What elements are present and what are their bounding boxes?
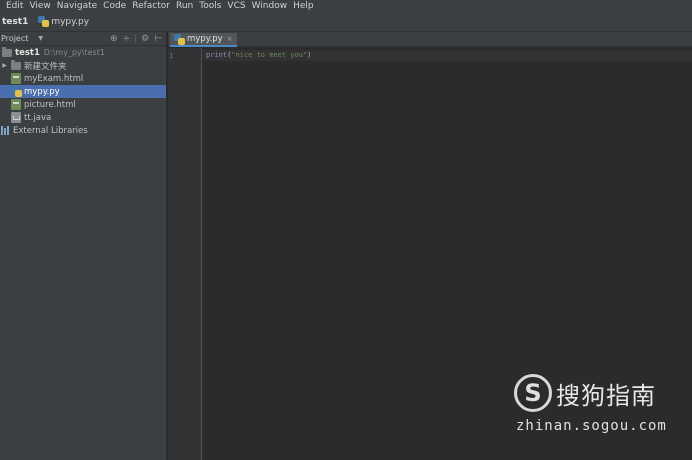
tree-root-test1[interactable]: test1 D:\my_py\test1 bbox=[0, 46, 166, 59]
nav-file-label: mypy.py bbox=[51, 16, 90, 27]
chevron-right-icon[interactable]: ▶ bbox=[0, 62, 9, 69]
split-icon[interactable]: ÷ bbox=[123, 34, 131, 44]
html-file-icon bbox=[11, 73, 21, 84]
code-line[interactable]: print("nice to meet you") bbox=[206, 51, 311, 59]
project-tree: test1 D:\my_py\test1 ▶ 新建文件夹 myExam.html… bbox=[0, 46, 166, 137]
menu-edit[interactable]: Edit bbox=[6, 0, 23, 12]
toolbar-divider bbox=[135, 34, 137, 43]
menu-run[interactable]: Run bbox=[176, 0, 193, 12]
editor-tab-bar: mypy.py × bbox=[168, 32, 692, 47]
sogou-watermark: S 搜狗指南 zhinan.sogou.com bbox=[514, 372, 684, 442]
code-function: print bbox=[206, 51, 228, 59]
menu-vcs[interactable]: VCS bbox=[227, 0, 245, 12]
python-file-icon bbox=[174, 33, 185, 45]
tree-item-label: tt.java bbox=[24, 112, 52, 123]
project-panel-header: Project ▼ ⊕ ÷ ⚙ ⊢ bbox=[0, 32, 166, 46]
python-file-icon bbox=[38, 16, 50, 27]
tree-root-path: D:\my_py\test1 bbox=[43, 48, 105, 57]
menu-help[interactable]: Help bbox=[293, 0, 314, 12]
code-paren-close: ) bbox=[307, 51, 312, 59]
collapse-icon[interactable]: ⊢ bbox=[154, 34, 162, 44]
menu-bar: Edit View Navigate Code Refactor Run Too… bbox=[0, 0, 692, 12]
close-icon[interactable]: × bbox=[227, 35, 233, 43]
tree-item-new-folder[interactable]: ▶ 新建文件夹 bbox=[0, 59, 166, 72]
menu-code[interactable]: Code bbox=[103, 0, 126, 12]
menu-view[interactable]: View bbox=[29, 0, 50, 12]
menu-tools[interactable]: Tools bbox=[199, 0, 221, 12]
tree-item-myexam-html[interactable]: myExam.html bbox=[0, 72, 166, 85]
navigation-bar: test1 mypy.py bbox=[0, 12, 692, 32]
tree-item-tt-java[interactable]: tt.java bbox=[0, 111, 166, 124]
project-view-selector[interactable]: Project bbox=[1, 34, 28, 43]
menu-refactor[interactable]: Refactor bbox=[132, 0, 170, 12]
nav-project-crumb[interactable]: test1 bbox=[2, 17, 28, 27]
watermark-url: zhinan.sogou.com bbox=[516, 418, 667, 434]
gear-icon[interactable]: ⚙ bbox=[141, 34, 149, 44]
html-file-icon bbox=[11, 99, 21, 110]
tree-item-label: 新建文件夹 bbox=[24, 61, 67, 72]
tree-item-external-libraries[interactable]: External Libraries bbox=[0, 124, 166, 137]
line-number: 1 bbox=[169, 52, 174, 60]
library-icon bbox=[1, 126, 10, 135]
panel-toolbar: ⊕ ÷ ⚙ ⊢ bbox=[105, 34, 166, 44]
menu-window[interactable]: Window bbox=[252, 0, 288, 12]
tree-root-label: test1 bbox=[15, 47, 40, 58]
project-panel: Project ▼ ⊕ ÷ ⚙ ⊢ test1 D:\my_py\test1 ▶… bbox=[0, 32, 167, 460]
menu-navigate[interactable]: Navigate bbox=[57, 0, 97, 12]
tree-item-label: myExam.html bbox=[24, 73, 84, 84]
java-file-icon bbox=[11, 112, 21, 123]
folder-icon bbox=[11, 59, 21, 70]
tree-item-mypy-py[interactable]: mypy.py bbox=[0, 85, 166, 98]
folder-icon bbox=[2, 46, 12, 57]
python-file-icon bbox=[11, 86, 22, 97]
target-icon[interactable]: ⊕ bbox=[110, 34, 118, 44]
tab-mypy-py[interactable]: mypy.py × bbox=[170, 33, 237, 47]
line-number-gutter: 1 bbox=[168, 48, 202, 460]
nav-file-crumb[interactable]: mypy.py bbox=[38, 16, 89, 27]
code-string: "nice to meet you" bbox=[231, 51, 308, 59]
tree-item-picture-html[interactable]: picture.html bbox=[0, 98, 166, 111]
tab-label: mypy.py bbox=[187, 34, 223, 44]
chevron-down-icon[interactable]: ▼ bbox=[38, 35, 43, 42]
tree-item-label: picture.html bbox=[24, 99, 76, 110]
tree-item-label: External Libraries bbox=[13, 125, 88, 136]
sogou-logo-icon: S bbox=[514, 374, 552, 412]
watermark-name: 搜狗指南 bbox=[556, 382, 656, 410]
tree-item-label: mypy.py bbox=[24, 86, 60, 97]
